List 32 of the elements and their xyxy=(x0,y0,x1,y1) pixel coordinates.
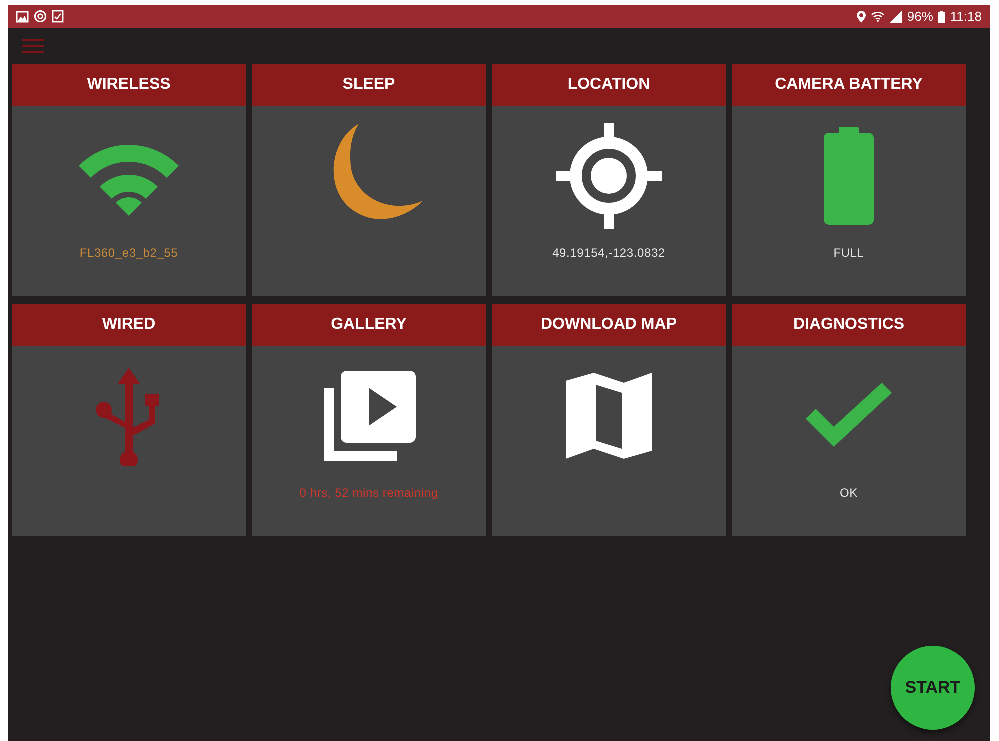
tile-title[interactable]: DIAGNOSTICS xyxy=(732,304,966,346)
tile-panel[interactable] xyxy=(492,346,726,536)
tile-panel[interactable] xyxy=(12,346,246,536)
tile-caption: OK xyxy=(840,486,858,500)
tile-title[interactable]: WIRED xyxy=(12,304,246,346)
tile-title[interactable]: CAMERA BATTERY xyxy=(732,64,966,106)
location-pin-icon xyxy=(857,10,866,22)
tile-caption: FL360_e3_b2_55 xyxy=(80,246,178,260)
tile-panel[interactable] xyxy=(252,106,486,296)
tile-panel[interactable]: FULL xyxy=(732,106,966,296)
tile-title[interactable]: LOCATION xyxy=(492,64,726,106)
battery-percent: 96% xyxy=(907,9,934,24)
tile-title[interactable]: DOWNLOAD MAP xyxy=(492,304,726,346)
signal-icon xyxy=(890,10,902,22)
battery-icon xyxy=(824,127,874,225)
tile-title[interactable]: WIRELESS xyxy=(12,64,246,106)
tile-caption: FULL xyxy=(834,246,864,260)
sync-icon xyxy=(34,10,47,23)
image-icon xyxy=(16,10,29,22)
map-icon xyxy=(564,371,654,461)
battery-icon xyxy=(938,10,946,22)
clock: 11:18 xyxy=(950,9,982,24)
tile-caption: 0 hrs, 52 mins remaining xyxy=(300,486,438,500)
tile-panel[interactable]: 49.19154,-123.0832 xyxy=(492,106,726,296)
tile-caption: 49.19154,-123.0832 xyxy=(552,246,666,260)
tile-title[interactable]: SLEEP xyxy=(252,64,486,106)
wifi-icon xyxy=(871,11,886,22)
start-button[interactable]: START xyxy=(891,646,975,730)
tile-panel[interactable]: OK xyxy=(732,346,966,536)
crosshair-icon xyxy=(554,121,664,231)
checklist-icon xyxy=(52,10,64,23)
tile-title[interactable]: GALLERY xyxy=(252,304,486,346)
